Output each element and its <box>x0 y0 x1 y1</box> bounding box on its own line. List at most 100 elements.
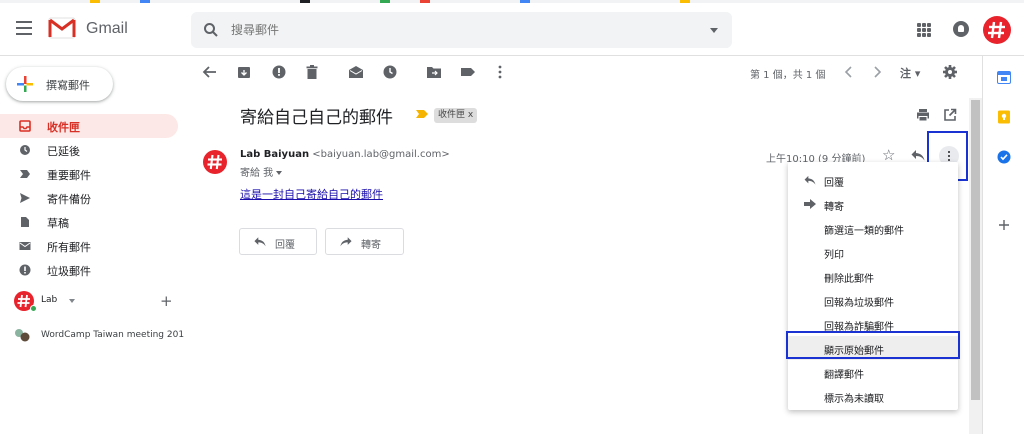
sidebar-item-label: 已延後 <box>47 145 80 158</box>
menu-item-label: 翻譯郵件 <box>824 370 864 381</box>
compose-plus-icon <box>17 76 33 92</box>
important-marker-icon[interactable] <box>416 110 428 118</box>
back-arrow-icon[interactable] <box>202 64 218 80</box>
recipient-line[interactable]: 寄給 我 <box>240 164 283 179</box>
sidebar-item-all-mail[interactable]: 所有郵件 <box>0 234 178 258</box>
message-toolbar: 第 1 個，共 1 個 注 ▾ <box>190 56 970 88</box>
main-menu-icon[interactable] <box>16 21 32 35</box>
hangouts-conversation-item[interactable]: WordCamp Taiwan meeting 201 <box>14 327 184 347</box>
forward-button-label: 轉寄 <box>361 240 381 251</box>
sidebar-item-sent[interactable]: 寄件備份 <box>0 186 178 210</box>
gmail-logo-icon[interactable] <box>48 17 76 39</box>
sidebar-item-label: 所有郵件 <box>47 241 91 254</box>
top-header: Gmail <box>0 3 1024 56</box>
delete-icon[interactable] <box>304 64 320 80</box>
forward-button[interactable]: 轉寄 <box>325 228 404 255</box>
menu-item-mark-unread[interactable]: 標示為未讀取 <box>788 384 958 408</box>
sender-name[interactable]: Lab Baiyuan <box>240 149 309 160</box>
reply-button-label: 回覆 <box>275 240 295 251</box>
move-to-icon[interactable] <box>426 64 442 80</box>
sidebar-item-label: 寄件備份 <box>47 193 91 206</box>
calendar-icon[interactable] <box>997 70 1011 84</box>
search-bar[interactable] <box>191 12 732 48</box>
chevron-down-icon[interactable] <box>69 299 75 303</box>
more-vert-icon[interactable] <box>492 64 508 80</box>
menu-item-label: 標示為未讀取 <box>824 394 884 405</box>
forward-icon <box>340 237 352 247</box>
account-avatar[interactable] <box>983 16 1011 44</box>
settings-gear-icon[interactable] <box>942 64 958 80</box>
notifications-icon[interactable] <box>953 21 969 37</box>
sidebar-item-spam[interactable]: 垃圾郵件 <box>0 258 178 282</box>
search-input[interactable] <box>231 20 671 40</box>
add-chat-button[interactable]: + <box>160 292 173 310</box>
menu-item-label: 回覆 <box>824 178 844 189</box>
inbox-label-chip[interactable]: 收件匣 x <box>434 108 478 123</box>
forward-icon <box>804 199 816 209</box>
add-addon-icon[interactable] <box>997 218 1011 232</box>
mail-icon <box>19 242 31 250</box>
menu-item-delete[interactable]: 刪除此郵件 <box>788 264 958 288</box>
reply-icon[interactable] <box>911 149 925 161</box>
sidebar-item-label: 垃圾郵件 <box>47 265 91 278</box>
search-options-icon[interactable] <box>710 28 718 33</box>
apps-grid-icon[interactable] <box>917 23 931 37</box>
menu-item-translate[interactable]: 翻譯郵件 <box>788 360 958 384</box>
menu-item-print[interactable]: 列印 <box>788 240 958 264</box>
chevron-right-icon[interactable] <box>869 64 885 80</box>
sidebar-item-label: 收件匣 <box>47 121 80 134</box>
menu-item-label: 轉寄 <box>824 202 844 213</box>
message-body-link[interactable]: 這是一封自己寄給自己的郵件 <box>240 186 383 202</box>
chevron-down-icon[interactable] <box>276 171 283 175</box>
open-in-new-window-icon[interactable] <box>943 108 957 122</box>
hangouts-user-row[interactable]: Lab + <box>14 291 180 313</box>
sidebar-item-drafts[interactable]: 草稿 <box>0 210 178 234</box>
mark-unread-icon[interactable] <box>348 64 364 80</box>
sidebar-item-inbox[interactable]: 收件匣 <box>0 114 178 138</box>
sender-avatar[interactable] <box>203 150 227 174</box>
scrollbar-thumb[interactable] <box>971 100 980 400</box>
side-panel <box>982 56 1024 434</box>
menu-item-reply[interactable]: 回覆 <box>788 168 958 192</box>
reply-icon <box>804 175 816 185</box>
sidebar-item-label: 重要郵件 <box>47 169 91 182</box>
tasks-icon[interactable] <box>997 150 1011 164</box>
sidebar-item-label: 草稿 <box>47 217 69 230</box>
search-icon[interactable] <box>203 22 219 38</box>
compose-button[interactable]: 撰寫郵件 <box>6 67 113 101</box>
sidebar-item-important[interactable]: 重要郵件 <box>0 162 178 186</box>
sender-email: <baiyuan.lab@gmail.com> <box>312 149 450 160</box>
spam-icon <box>19 264 31 276</box>
menu-item-forward[interactable]: 轉寄 <box>788 192 958 216</box>
chevron-left-icon[interactable] <box>841 64 857 80</box>
label-icon[interactable] <box>460 64 476 80</box>
input-tools-button[interactable]: 注 ▾ <box>900 65 920 81</box>
input-tools-label: 注 <box>900 67 911 80</box>
menu-item-label: 列印 <box>824 250 844 261</box>
menu-item-label: 篩選這一類的郵件 <box>824 226 904 237</box>
group-avatar-icon <box>15 329 30 342</box>
sender-line: Lab Baiyuan <baiyuan.lab@gmail.com> <box>240 149 450 160</box>
snooze-clock-icon[interactable] <box>382 64 398 80</box>
sidebar-item-snoozed[interactable]: 已延後 <box>0 138 178 162</box>
menu-item-label: 回報為垃圾郵件 <box>824 298 894 309</box>
report-spam-icon[interactable] <box>271 64 287 80</box>
menu-item-report-spam[interactable]: 回報為垃圾郵件 <box>788 288 958 312</box>
hangouts-user-name: Lab <box>41 295 58 305</box>
draft-icon <box>21 217 29 227</box>
message-more-menu: 回覆 轉寄 篩選這一類的郵件 列印 刪除此郵件 回報為垃圾郵件 回報為詐騙郵件 … <box>788 162 958 410</box>
recipient-text: 寄給 我 <box>240 168 274 179</box>
print-icon[interactable] <box>916 108 930 122</box>
reply-button[interactable]: 回覆 <box>239 228 317 255</box>
keep-icon[interactable] <box>997 110 1011 124</box>
important-icon <box>20 170 30 178</box>
sidebar-nav: 收件匣 已延後 重要郵件 寄件備份 草稿 所有郵件 垃圾郵件 <box>0 114 180 282</box>
online-status-icon <box>30 305 37 312</box>
inbox-icon <box>19 120 31 132</box>
gmail-window: Gmail 搜尋郵件 撰寫郵件 收件匣 已延後 重要郵件 寄件備份 草稿 所有郵… <box>0 0 1024 434</box>
clock-icon <box>20 145 30 155</box>
archive-icon[interactable] <box>236 64 252 80</box>
menu-item-filter-similar[interactable]: 篩選這一類的郵件 <box>788 216 958 240</box>
pagination-text: 第 1 個，共 1 個 <box>750 70 826 81</box>
reply-icon <box>254 237 266 247</box>
